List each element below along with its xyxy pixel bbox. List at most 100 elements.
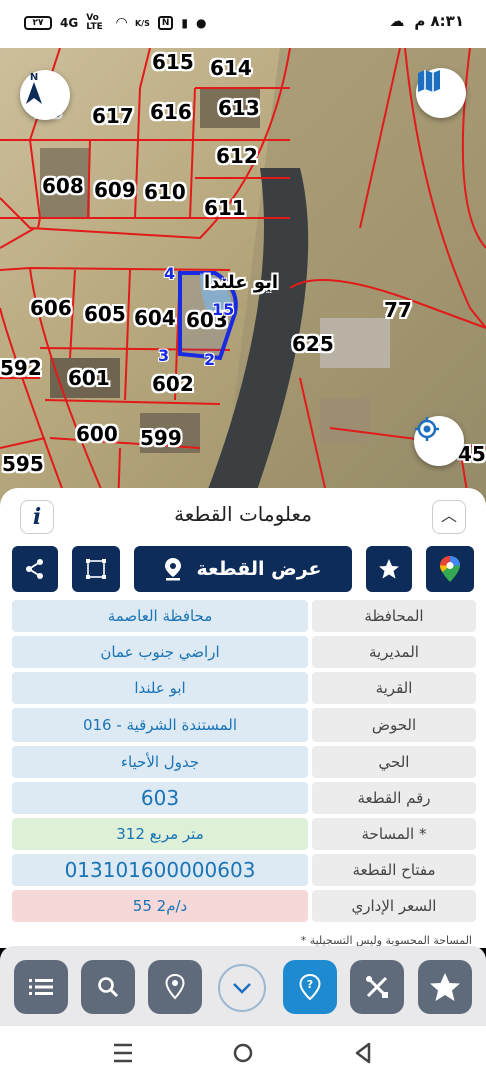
vertex-4: 4 xyxy=(164,264,176,283)
parcel-77[interactable]: 77 xyxy=(384,298,412,322)
parcel-604[interactable]: 604 xyxy=(134,306,176,330)
vertex-2: 2 xyxy=(204,350,216,369)
area-label: المساحة * xyxy=(312,818,476,850)
status-left: ٢٧ 4G Vo LTE ◠ K/S N ▮ ● xyxy=(24,14,207,32)
action-row: عرض القطعة xyxy=(0,546,486,594)
my-location-button[interactable] xyxy=(414,416,464,466)
parcel-613[interactable]: 613 xyxy=(218,96,260,120)
row-area: 312 متر مربع المساحة * xyxy=(12,818,476,850)
governorate-label: المحافظة xyxy=(312,600,476,632)
parcel-608[interactable]: 608 xyxy=(42,174,84,198)
parcel-599[interactable]: 599 xyxy=(140,426,182,450)
list-button[interactable] xyxy=(14,960,68,1014)
back-icon[interactable] xyxy=(350,1040,376,1066)
area-value: 312 متر مربع xyxy=(12,818,308,850)
volte-indicator: Vo LTE xyxy=(86,13,103,32)
map-icon xyxy=(418,70,440,92)
tools-icon xyxy=(366,976,388,998)
favorite-button[interactable] xyxy=(366,546,412,592)
google-maps-button[interactable] xyxy=(426,546,474,592)
parcel-606[interactable]: 606 xyxy=(30,296,72,320)
parcel-625[interactable]: 625 xyxy=(292,332,334,356)
parcel-592[interactable]: 592 xyxy=(0,356,42,380)
vertex-3: 3 xyxy=(158,346,170,365)
map-layers-button[interactable] xyxy=(416,68,466,118)
signal-4g: 4G xyxy=(60,16,79,30)
row-basin: المستندة الشرقية - 016 الحوض xyxy=(12,708,476,742)
parcel-601[interactable]: 601 xyxy=(68,366,110,390)
parcel-615[interactable]: 615 xyxy=(152,50,194,74)
village-map-label: ابو علندا xyxy=(204,272,279,293)
star-icon xyxy=(379,559,399,579)
chevron-down-icon xyxy=(233,983,251,994)
parcel-610[interactable]: 610 xyxy=(144,180,186,204)
location-pin-icon xyxy=(165,558,182,581)
status-bar: ٢٧ 4G Vo LTE ◠ K/S N ▮ ● ☁ ٨:٣١ م xyxy=(0,0,486,48)
clock: ٨:٣١ م xyxy=(414,12,464,30)
view-parcel-button[interactable]: عرض القطعة xyxy=(134,546,352,592)
parcel-info-sheet: i معلومات القطعة ︿ عرض القطعة محافظة الع… xyxy=(0,488,486,948)
neighborhood-label: الحي xyxy=(312,746,476,778)
locate-parcel-button[interactable] xyxy=(148,960,202,1014)
admin-price-label: السعر الإداري xyxy=(312,890,476,922)
share-button[interactable] xyxy=(12,546,58,592)
row-directorate: اراضي جنوب عمان المديرية xyxy=(12,636,476,668)
parcel-609[interactable]: 609 xyxy=(94,178,136,202)
row-neighborhood: جدول الأحياء الحي xyxy=(12,746,476,778)
google-maps-icon xyxy=(440,556,460,582)
parcel-number-label: رقم القطعة xyxy=(312,782,476,814)
svg-text:?: ? xyxy=(307,978,313,991)
parcel-details: محافظة العاصمة المحافظة اراضي جنوب عمان … xyxy=(12,600,476,926)
location-pin-icon xyxy=(165,974,185,1000)
share-icon xyxy=(26,559,43,579)
vertex-15: 15 xyxy=(212,300,235,319)
recent-apps-icon[interactable] xyxy=(110,1040,136,1066)
svg-text:N: N xyxy=(30,72,38,83)
star-icon xyxy=(430,973,460,1001)
crosshair-icon xyxy=(415,417,439,441)
chevron-up-icon: ︿ xyxy=(440,506,457,525)
parcel-map[interactable]: 615 614 617 616 613 612 608 609 610 611 … xyxy=(0,48,486,510)
parcel-number-value: 603 xyxy=(12,782,308,814)
directorate-label: المديرية xyxy=(312,636,476,668)
parcel-595[interactable]: 595 xyxy=(2,452,44,476)
parcel-616[interactable]: 616 xyxy=(150,100,192,124)
favorites-button[interactable] xyxy=(418,960,472,1014)
row-parcel-number: 603 رقم القطعة xyxy=(12,782,476,814)
help-button[interactable]: ? xyxy=(283,960,337,1014)
row-governorate: محافظة العاصمة المحافظة xyxy=(12,600,476,632)
parcel-614[interactable]: 614 xyxy=(210,56,252,80)
parcel-605[interactable]: 605 xyxy=(84,302,126,326)
governorate-value: محافظة العاصمة xyxy=(12,600,308,632)
search-icon xyxy=(98,977,119,998)
parcel-617[interactable]: 617 xyxy=(92,104,134,128)
polygon-button[interactable] xyxy=(72,546,120,592)
net-speed: K/S xyxy=(134,18,150,28)
village-value: ابو علندا xyxy=(12,672,308,704)
battery-icon: ٢٧ xyxy=(24,16,52,30)
basin-label: الحوض xyxy=(312,708,476,742)
system-navigation-bar xyxy=(0,1026,486,1080)
tools-button[interactable] xyxy=(350,960,404,1014)
parcel-600[interactable]: 600 xyxy=(76,422,118,446)
expand-toggle-button[interactable] xyxy=(218,964,266,1012)
directorate-value: اراضي جنوب عمان xyxy=(12,636,308,668)
basin-value: المستندة الشرقية - 016 xyxy=(12,708,308,742)
parcel-612[interactable]: 612 xyxy=(216,144,258,168)
village-label: القرية xyxy=(312,672,476,704)
vibrate-icon: ▮ xyxy=(181,16,189,30)
status-right: ☁ ٨:٣١ م xyxy=(389,12,464,30)
north-compass-button[interactable]: N xyxy=(20,70,70,120)
row-parcel-key: 013101600000603 مفتاح القطعة xyxy=(12,854,476,886)
search-button[interactable] xyxy=(81,960,135,1014)
parcel-602[interactable]: 602 xyxy=(152,372,194,396)
row-village: ابو علندا القرية xyxy=(12,672,476,704)
view-parcel-label: عرض القطعة xyxy=(196,558,322,580)
help-pin-icon: ? xyxy=(299,974,321,1000)
parcel-611[interactable]: 611 xyxy=(204,196,246,220)
collapse-button[interactable]: ︿ xyxy=(432,500,466,534)
parcel-key-value: 013101600000603 xyxy=(12,854,308,886)
cloud-icon: ☁ xyxy=(389,12,405,30)
home-icon[interactable] xyxy=(230,1040,256,1066)
bottom-toolbar: ? xyxy=(0,946,486,1026)
